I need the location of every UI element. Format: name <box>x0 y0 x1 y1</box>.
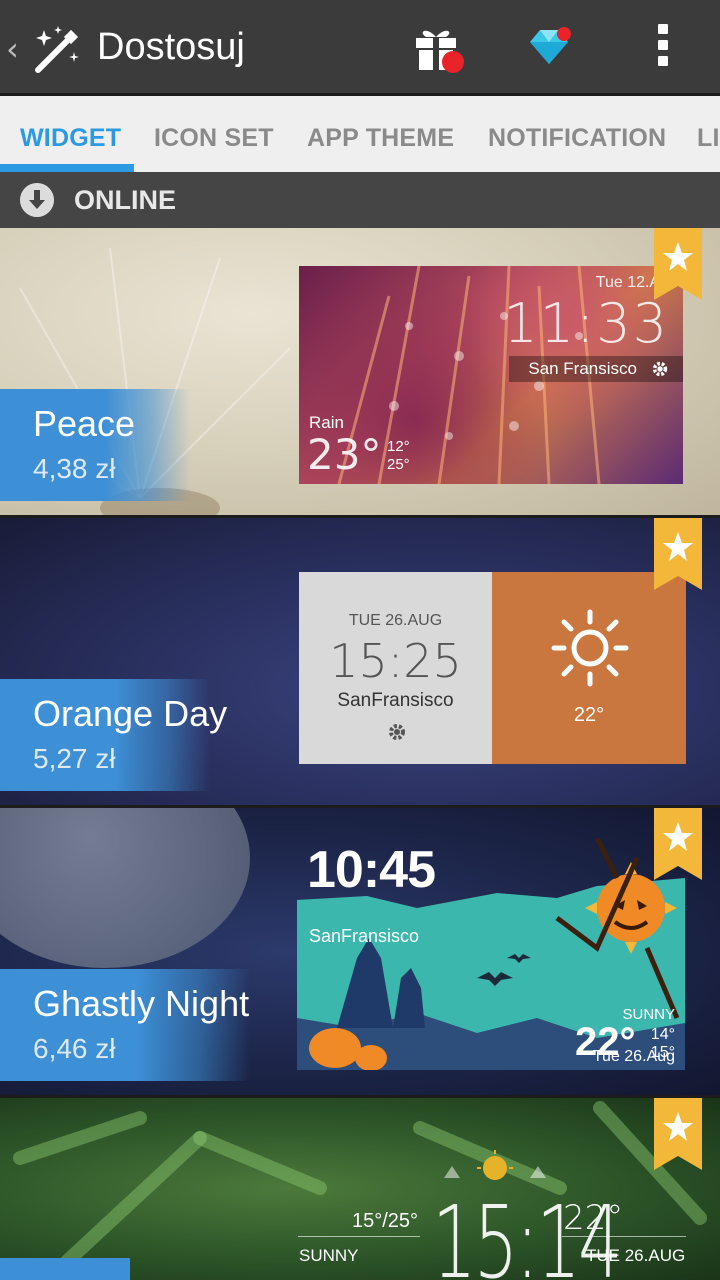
app-title: Dostosuj <box>97 26 245 68</box>
star-ribbon-icon <box>654 518 702 590</box>
widget-city: San Fransisco <box>528 359 637 378</box>
chevron-left-icon[interactable]: ‹ <box>6 30 19 68</box>
widget-time: 11:33 <box>503 292 669 355</box>
widget-preview: Tue 12.Au 11:33 San Fransisco Rain 23° 1… <box>299 266 683 484</box>
theme-price: 6,46 zł <box>33 1033 116 1064</box>
widget-date: TUE 26.AUG <box>348 612 443 629</box>
widget-temp: 22° <box>563 1198 624 1238</box>
widget-condition: SUNNY <box>299 1246 359 1265</box>
divider <box>562 1236 686 1237</box>
theme-card-ghastly-night[interactable]: 10:45 SanFransisco SUNNY 22° 14° 15° Tue… <box>0 808 720 1095</box>
theme-label: Peace 4,38 zł <box>0 389 190 501</box>
widget-date: TUE 26.AUG <box>586 1246 686 1265</box>
divider <box>298 1236 420 1237</box>
tab-app-theme[interactable]: APP THEME <box>307 124 454 153</box>
theme-label <box>0 1258 130 1280</box>
widget-weather-panel: 22° <box>492 572 686 764</box>
widget-preview: 10:45 SanFransisco SUNNY 22° 14° 15° Tue… <box>297 838 685 1070</box>
widget-time: 15:25 <box>329 634 462 688</box>
tab-li[interactable]: LI <box>697 124 720 153</box>
weather-icons <box>444 1150 546 1180</box>
widget-time: 10:45 <box>307 841 436 899</box>
tab-notification[interactable]: NOTIFICATION <box>488 124 666 153</box>
theme-card-peace[interactable]: Tue 12.Au 11:33 San Fransisco Rain 23° 1… <box>0 228 720 515</box>
overflow-menu-icon[interactable] <box>652 24 674 72</box>
theme-name: Orange Day <box>33 693 228 734</box>
tab-icon-set[interactable]: ICON SET <box>154 124 274 153</box>
download-circle-icon <box>20 183 54 217</box>
theme-name: Peace <box>33 403 136 444</box>
widget-temp-range: 15°/25° <box>352 1210 419 1232</box>
moon-image <box>0 808 250 968</box>
magic-wand-icon[interactable] <box>30 22 84 76</box>
active-tab-indicator <box>0 164 134 172</box>
star-ribbon-icon <box>654 228 702 300</box>
theme-price: 4,38 zł <box>33 453 116 484</box>
widget-temp-high: 12° <box>387 438 410 455</box>
theme-label: Ghastly Night 6,46 zł <box>0 969 250 1081</box>
widget-clock-panel: TUE 26.AUG 15:25 SanFransisco <box>299 572 492 764</box>
section-title: ONLINE <box>74 185 177 215</box>
diamond-icon[interactable] <box>526 24 576 70</box>
widget-temp: 22° <box>573 704 605 726</box>
star-ribbon-icon <box>654 1098 702 1170</box>
theme-name: Ghastly Night <box>33 983 250 1024</box>
section-header: ONLINE <box>0 172 720 228</box>
sun-icon <box>551 609 629 687</box>
gear-icon <box>652 361 668 377</box>
notification-badge <box>442 51 464 73</box>
gift-icon[interactable] <box>412 22 468 76</box>
tab-widget[interactable]: WIDGET <box>20 124 121 153</box>
widget-temp-high: 14° <box>650 1026 675 1043</box>
theme-price: 5,27 zł <box>33 743 116 774</box>
tab-bar: WIDGET ICON SET APP THEME NOTIFICATION L… <box>0 96 720 172</box>
widget-temp: 23° <box>307 430 382 479</box>
theme-card-green[interactable]: 15°/25° SUNNY 15:14 22° TUE 26.AUG <box>0 1098 720 1280</box>
widget-date: Tue 26.Aug <box>592 1048 675 1065</box>
widget-city: SanFransisco <box>337 690 454 711</box>
widget-city: SanFransisco <box>309 926 420 946</box>
theme-label: Orange Day 5,27 zł <box>0 679 227 791</box>
star-ribbon-icon <box>654 808 702 880</box>
theme-card-orange-day[interactable]: TUE 26.AUG 15:25 SanFransisco 22° Orange… <box>0 518 720 805</box>
widget-temp-low: 25° <box>387 456 410 473</box>
action-bar: ‹ Dostosuj <box>0 0 720 96</box>
gear-icon <box>389 724 405 740</box>
